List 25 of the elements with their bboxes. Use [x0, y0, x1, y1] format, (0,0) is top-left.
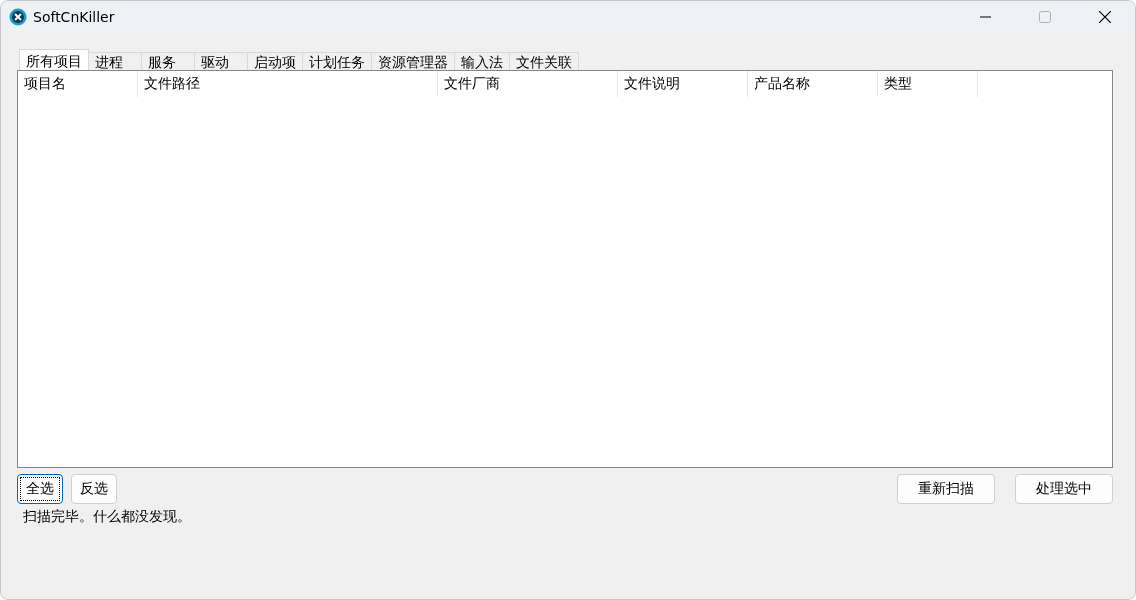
column-header[interactable]: 项目名 [18, 71, 138, 97]
invert-selection-button[interactable]: 反选 [71, 474, 117, 504]
tab[interactable]: 资源管理器 [371, 52, 455, 70]
tab[interactable]: 文件关联 [509, 52, 579, 70]
tab[interactable]: 计划任务 [302, 52, 372, 70]
tab[interactable]: 服务 [141, 52, 195, 70]
close-icon [1099, 11, 1111, 23]
tab[interactable]: 驱动 [194, 52, 248, 70]
app-icon [9, 8, 27, 26]
tab[interactable]: 输入法 [454, 52, 510, 70]
process-selected-button[interactable]: 处理选中 [1015, 474, 1113, 504]
column-header[interactable]: 产品名称 [748, 71, 878, 97]
minimize-icon [979, 16, 991, 18]
column-header[interactable]: 文件路径 [138, 71, 438, 97]
rescan-button[interactable]: 重新扫描 [897, 474, 995, 504]
window-title: SoftCnKiller [33, 9, 116, 25]
tab[interactable]: 所有项目 [19, 49, 89, 70]
select-all-button[interactable]: 全选 [17, 474, 63, 504]
status-text: 扫描完毕。什么都没发现。 [22, 508, 192, 526]
maximize-icon [1039, 11, 1051, 23]
column-header[interactable]: 文件说明 [618, 71, 748, 97]
tab[interactable]: 启动项 [247, 52, 303, 70]
column-header[interactable]: 类型 [878, 71, 978, 97]
tab[interactable]: 进程 [88, 52, 142, 70]
column-header[interactable]: 文件厂商 [438, 71, 618, 97]
